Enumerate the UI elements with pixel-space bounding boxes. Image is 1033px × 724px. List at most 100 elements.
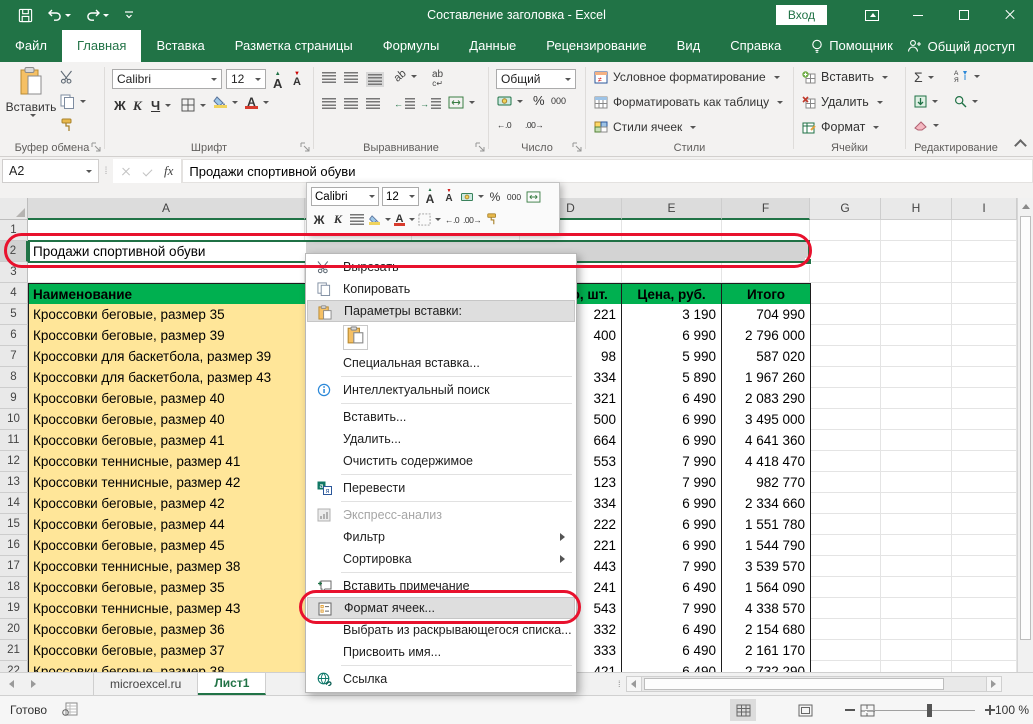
cell[interactable]: 6 990 [622,535,722,557]
cell[interactable]: 2 161 170 [722,640,811,662]
cell[interactable]: 982 770 [722,472,811,494]
zoom-out-icon[interactable] [845,709,855,711]
column-header-I[interactable]: I [952,198,1017,220]
paste-dropdown-icon[interactable] [30,114,36,117]
cancel-icon[interactable] [121,166,131,176]
ribbon-display-options-icon[interactable] [849,0,895,30]
table-header-cell[interactable]: Итого [722,283,811,305]
column-header-A[interactable]: A [28,198,305,220]
cell[interactable]: 2 154 680 [722,619,811,641]
cell[interactable]: 6 490 [622,388,722,410]
menu-item-параметрывставки[interactable]: Параметры вставки: [307,300,575,322]
fill-color-button[interactable] [213,96,238,108]
fill-button[interactable] [914,95,938,108]
row-header-2[interactable]: 2 [0,241,28,262]
cell[interactable]: Кроссовки беговые, размер 37 [28,640,306,662]
row-header-18[interactable]: 18 [0,577,28,598]
row-header-19[interactable]: 19 [0,598,28,619]
mini-accounting-button[interactable] [460,187,484,206]
tab-Разметка страницы[interactable]: Разметка страницы [220,30,368,62]
table-header-cell[interactable]: Наименование [28,283,306,305]
mini-borders-button[interactable] [418,210,441,229]
mini-decrease-decimal-button[interactable] [463,210,481,229]
enter-icon[interactable] [143,166,153,176]
menu-item-фильтр[interactable]: Фильтр [307,526,575,548]
cell[interactable]: 5 890 [622,367,722,389]
normal-view-button[interactable] [730,699,756,721]
cell[interactable]: Кроссовки для баскетбола, размер 39 [28,346,306,368]
cell[interactable]: Кроссовки теннисные, размер 41 [28,451,306,473]
cell[interactable]: 6 990 [622,325,722,347]
mini-shrink-font-button[interactable]: ▼А [441,187,457,206]
mini-italic-button[interactable]: К [330,210,346,229]
cell[interactable]: Кроссовки беговые, размер 35 [28,304,306,326]
mini-font-name-combo[interactable]: Calibri [311,187,379,206]
number-format-combo[interactable]: Общий [496,69,576,89]
tab-Главная[interactable]: Главная [62,30,141,62]
cell[interactable]: Кроссовки беговые, размер 39 [28,325,306,347]
mini-comma-button[interactable]: 000 [506,187,522,206]
cell[interactable]: Кроссовки беговые, размер 40 [28,409,306,431]
column-header-E[interactable]: E [622,198,722,220]
collapse-ribbon-icon[interactable] [1014,139,1027,152]
cell[interactable]: 3 539 570 [722,556,811,578]
tab-Справка[interactable]: Справка [715,30,796,62]
vertical-scrollbar[interactable] [1017,198,1033,672]
row-header-13[interactable]: 13 [0,472,28,493]
cell[interactable]: 6 990 [622,514,722,536]
find-select-button[interactable] [954,95,978,108]
format-as-table-button[interactable]: Форматировать как таблицу [594,95,783,109]
cell[interactable]: 7 990 [622,598,722,620]
grow-font-button[interactable]: ▲А [273,71,282,90]
cell[interactable]: 1 551 780 [722,514,811,536]
cell[interactable]: Кроссовки теннисные, размер 43 [28,598,306,620]
cut-button[interactable] [60,70,75,84]
horizontal-scroll-thumb[interactable] [644,678,944,690]
menu-item-форматячеек[interactable]: Формат ячеек... [307,597,575,619]
font-dialog-launcher-icon[interactable] [300,142,311,153]
merge-center-button[interactable] [448,96,475,109]
row-header-20[interactable]: 20 [0,619,28,640]
cell[interactable]: 6 990 [622,409,722,431]
formula-bar-splitter[interactable]: ⁞ [99,166,113,177]
menu-item-ссылка[interactable]: Ссылка [307,668,575,690]
wrap-text-button[interactable]: abc↵ [432,70,443,88]
row-header-16[interactable]: 16 [0,535,28,556]
fill-handle[interactable] [805,258,812,265]
cell[interactable]: 7 990 [622,556,722,578]
menu-item-вырезать[interactable]: Вырезать [307,256,575,278]
cell[interactable]: 2 796 000 [722,325,811,347]
autosum-button[interactable]: Σ [914,69,934,85]
row-header-4[interactable]: 4 [0,283,28,304]
tab-Файл[interactable]: Файл [0,30,62,62]
tab-Рецензирование[interactable]: Рецензирование [531,30,661,62]
italic-button[interactable]: К [133,98,142,114]
decrease-decimal-button[interactable] [525,120,543,130]
mini-font-color-button[interactable]: А [394,210,415,229]
row-header-11[interactable]: 11 [0,430,28,451]
cell[interactable]: 6 990 [622,430,722,452]
cell[interactable]: 3 495 000 [722,409,811,431]
conditional-formatting-button[interactable]: ≠ Условное форматирование [594,70,780,84]
cell[interactable]: 1 564 090 [722,577,811,599]
menu-item-копировать[interactable]: Копировать [307,278,575,300]
sign-in-button[interactable]: Вход [776,5,827,25]
scroll-up-icon[interactable] [1022,204,1030,209]
column-header-H[interactable]: H [881,198,952,220]
vertical-scroll-thumb[interactable] [1020,216,1031,640]
align-middle-button[interactable] [344,72,358,83]
insert-cells-button[interactable]: Вставить [802,70,888,84]
cell[interactable]: Кроссовки беговые, размер 36 [28,619,306,641]
cell[interactable]: 6 490 [622,661,722,672]
cell[interactable]: 4 641 360 [722,430,811,452]
orientation-button[interactable]: ab [394,70,417,82]
mini-grow-font-button[interactable]: ▲А [422,187,438,206]
formula-input[interactable]: Продажи спортивной обуви [182,159,1033,183]
format-button[interactable]: Формат [802,120,879,134]
menu-item-вставить[interactable]: Вставить... [307,406,575,428]
font-color-button[interactable]: А [245,96,269,109]
table-header-cell[interactable]: Цена, руб. [622,283,722,305]
zoom-slider-thumb[interactable] [927,704,932,717]
cell[interactable]: 6 490 [622,640,722,662]
cell[interactable]: Кроссовки теннисные, размер 38 [28,556,306,578]
